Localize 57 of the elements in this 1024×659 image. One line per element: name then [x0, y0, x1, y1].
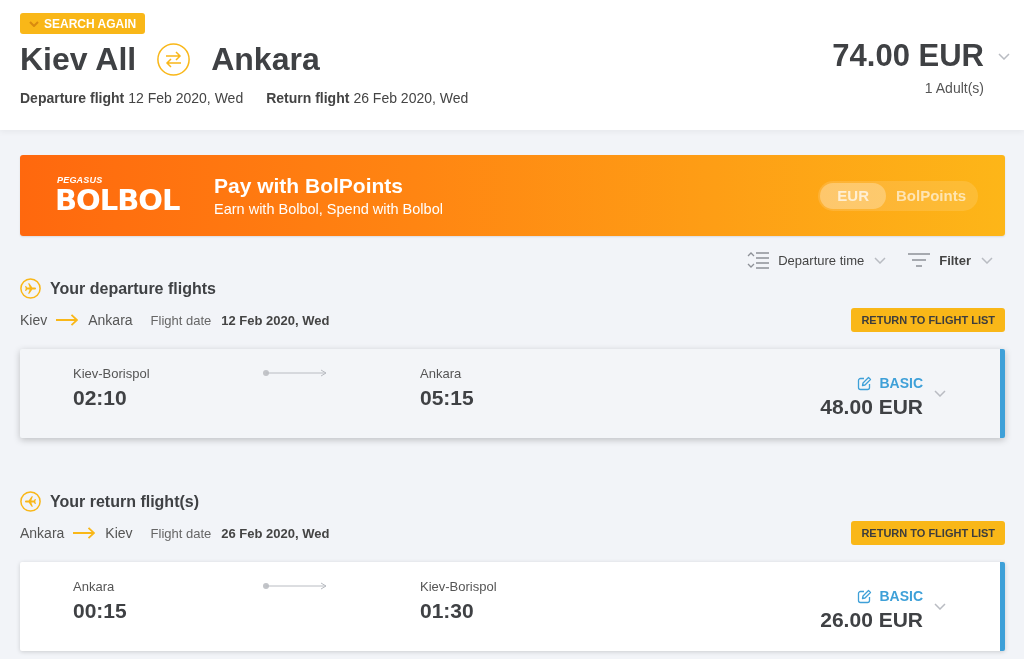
- swap-icon[interactable]: [157, 42, 191, 76]
- return-label: Return flight: [266, 90, 350, 107]
- flight-date: 26 Feb 2020, Wed: [221, 525, 330, 541]
- flight-card[interactable]: Ankara 00:15 Kiev-Borispol 01:30 BASIC 26.00 EUR: [20, 562, 1005, 651]
- departure-label: Departure flight: [20, 90, 125, 107]
- arrow-right-icon: [73, 527, 96, 539]
- edit-icon: [857, 588, 873, 604]
- fare-price: 26.00 EUR: [820, 607, 923, 632]
- departure-date: 12 Feb 2020, Wed: [128, 90, 244, 107]
- chevron-down-icon[interactable]: [934, 603, 946, 610]
- sort-icon: [747, 250, 770, 270]
- departure-time: 00:15: [73, 599, 128, 623]
- filter-icon: [908, 252, 931, 268]
- route-destination: Kiev: [105, 524, 133, 542]
- route-arrow-icon: [263, 369, 327, 377]
- return-date: 26 Feb 2020, Wed: [353, 90, 469, 107]
- flight-date-label: Flight date: [150, 312, 212, 328]
- origin-airport: Ankara: [73, 579, 116, 595]
- route-arrow-icon: [263, 582, 327, 590]
- section-title: Your return flight(s): [50, 491, 200, 512]
- edit-icon: [857, 375, 873, 391]
- origin-city: Kiev All: [20, 40, 137, 78]
- total-price: 74.00 EUR: [832, 38, 984, 74]
- departure-time: 02:10: [73, 386, 128, 410]
- arrival-time: 05:15: [420, 386, 475, 410]
- plane-icon: [20, 278, 41, 299]
- chevron-down-icon: [981, 256, 993, 264]
- sort-button[interactable]: Departure time: [747, 248, 887, 272]
- flight-card[interactable]: Kiev-Borispol 02:10 Ankara 05:15 BASIC 48.00 EUR: [20, 349, 1005, 438]
- logo-text: BOLBOL: [55, 185, 181, 216]
- section-title: Your departure flights: [50, 278, 216, 299]
- passenger-count: 1 Adult(s): [924, 80, 984, 97]
- flight-date-label: Flight date: [150, 525, 212, 541]
- origin-airport: Kiev-Borispol: [73, 366, 151, 382]
- return-to-list-button[interactable]: RETURN TO FLIGHT LIST: [851, 308, 1005, 332]
- logo-brand-text: PEGASUS: [57, 175, 104, 185]
- chevron-down-icon[interactable]: [934, 390, 946, 397]
- destination-city: Ankara: [211, 40, 320, 78]
- chevron-down-icon[interactable]: [998, 52, 1010, 60]
- plane-icon: [20, 491, 41, 512]
- flight-date: 12 Feb 2020, Wed: [221, 312, 330, 328]
- chevron-down-icon: [874, 256, 887, 264]
- destination-airport: Ankara: [420, 366, 463, 382]
- fare-label: BASIC: [879, 374, 923, 392]
- banner-subtitle: Earn with Bolbol, Spend with Bolbol: [214, 200, 443, 218]
- route-origin: Kiev: [20, 311, 48, 329]
- route-destination: Ankara: [88, 311, 133, 329]
- return-to-list-button[interactable]: RETURN TO FLIGHT LIST: [851, 521, 1005, 545]
- filter-button[interactable]: Filter: [908, 248, 993, 272]
- arrow-right-icon: [56, 314, 79, 326]
- route-origin: Ankara: [20, 524, 65, 542]
- arrival-time: 01:30: [420, 599, 475, 623]
- fare-price: 48.00 EUR: [820, 394, 923, 419]
- destination-airport: Kiev-Borispol: [420, 579, 498, 595]
- banner-title: Pay with BolPoints: [214, 173, 405, 198]
- caret-down-icon: [29, 20, 39, 27]
- fare-label: BASIC: [879, 587, 923, 605]
